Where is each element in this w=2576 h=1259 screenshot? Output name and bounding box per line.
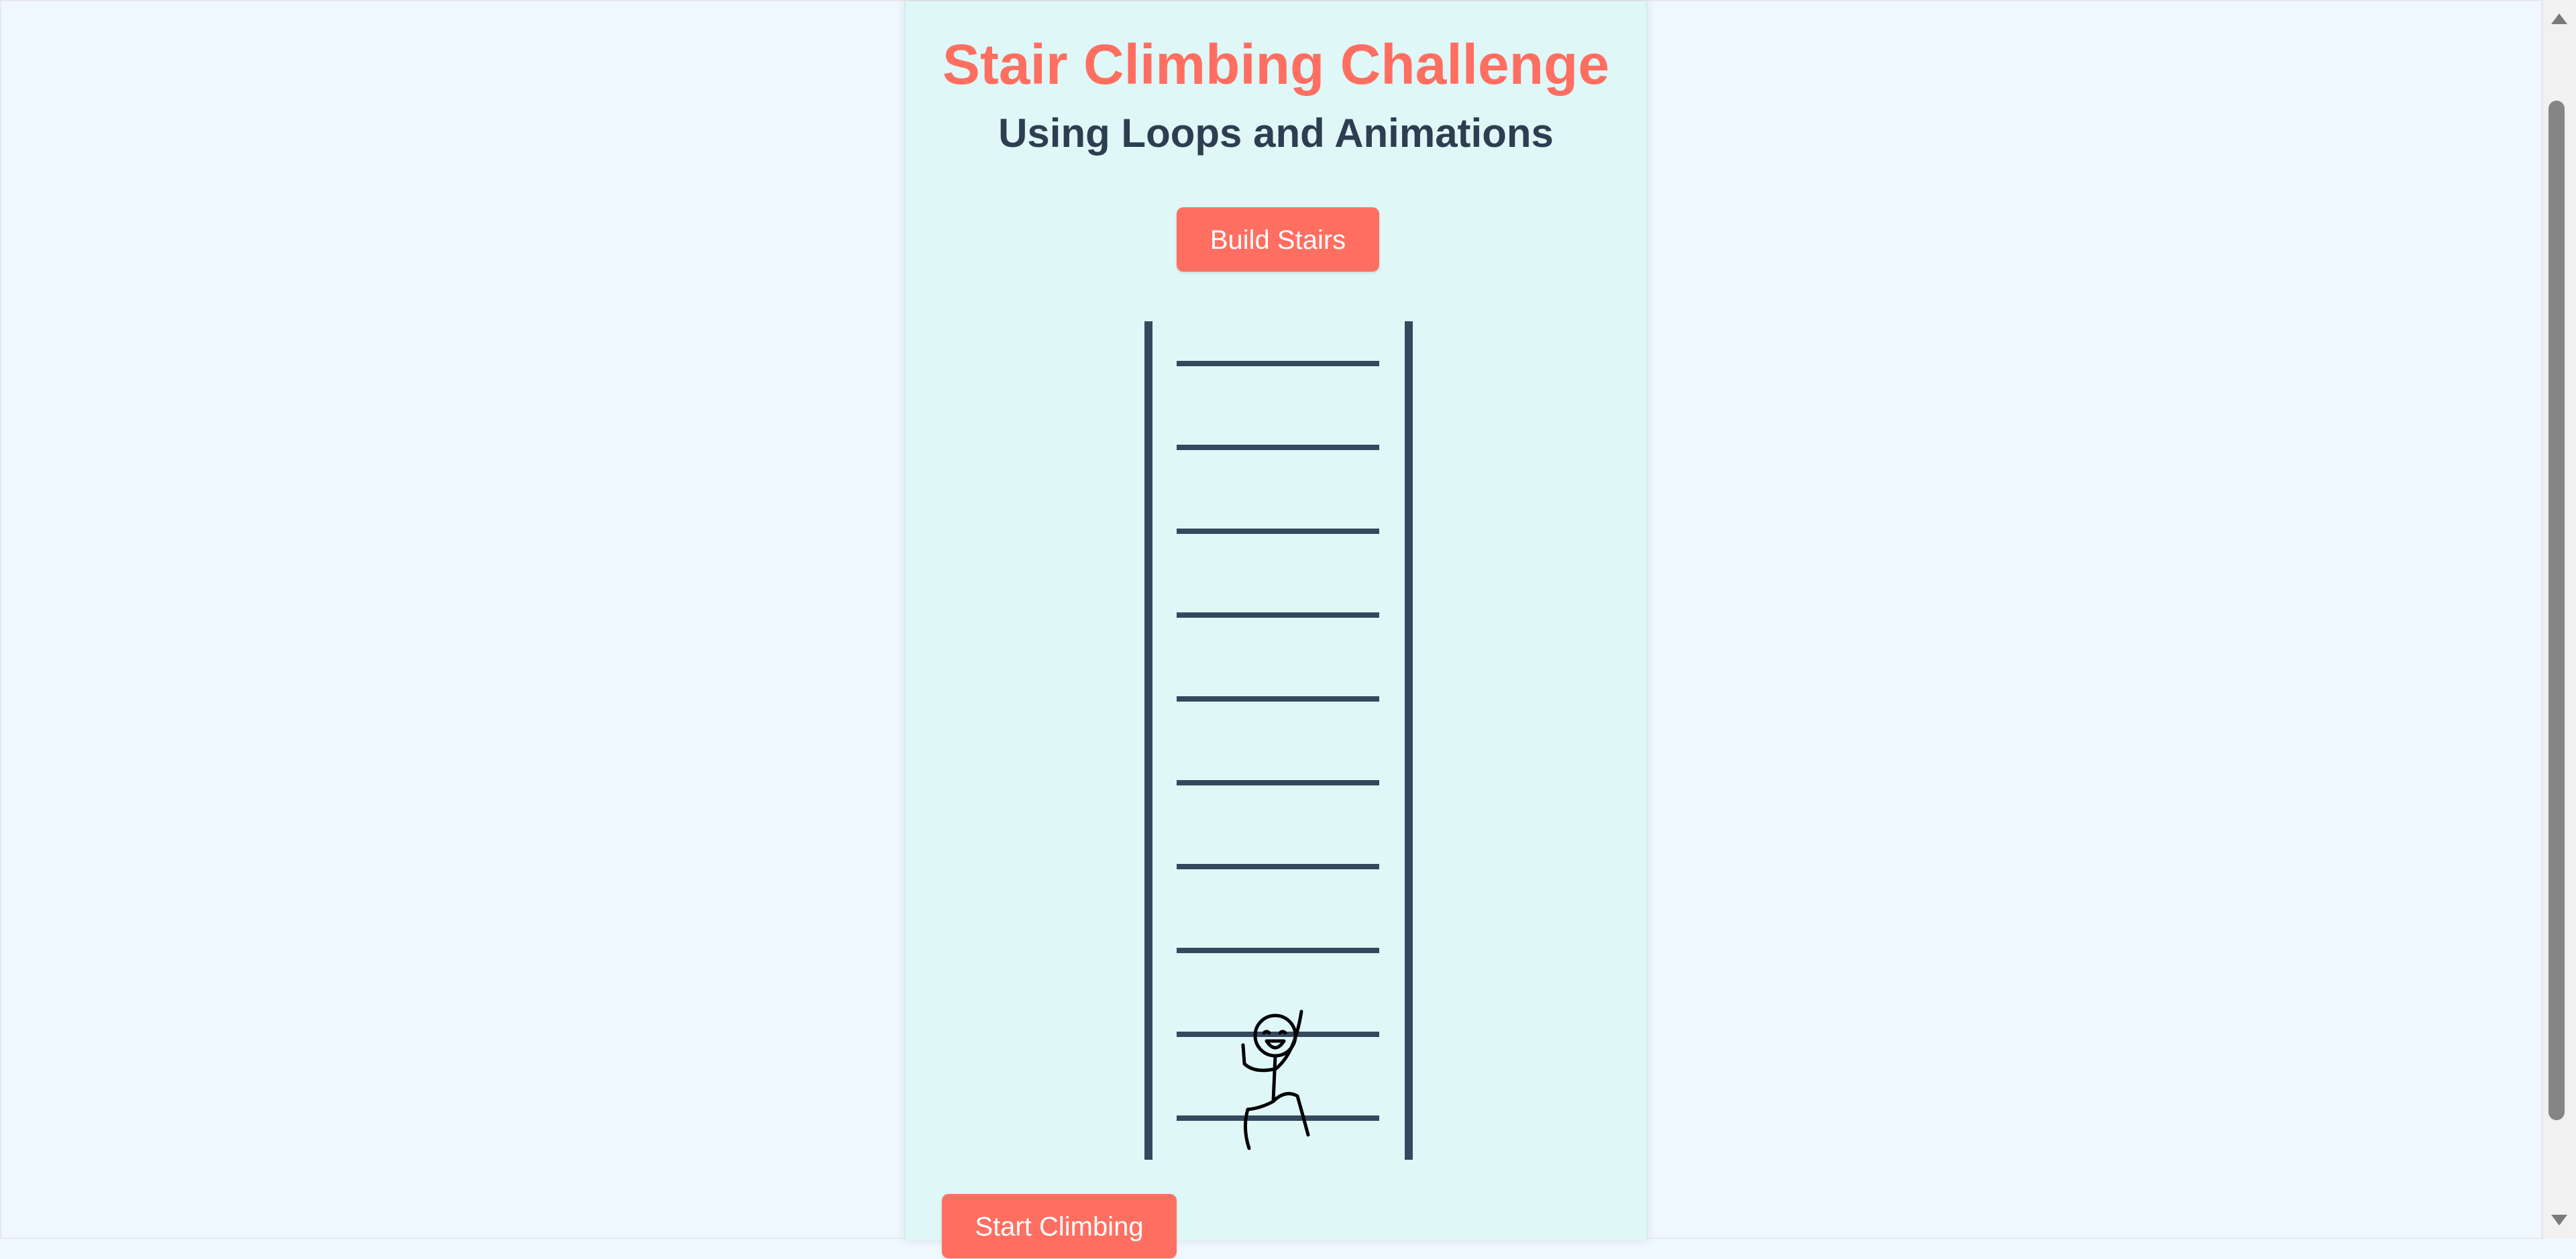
ladder-rungs bbox=[1177, 361, 1379, 1121]
vertical-scrollbar[interactable] bbox=[2542, 0, 2576, 1239]
start-climbing-button[interactable]: Start Climbing bbox=[942, 1194, 1177, 1258]
scroll-up-arrow-icon[interactable] bbox=[2551, 13, 2567, 24]
ladder-canvas bbox=[1144, 321, 1413, 1160]
challenge-panel: Stair Climbing Challenge Using Loops and… bbox=[904, 1, 1648, 1258]
scrollbar-thumb[interactable] bbox=[2548, 101, 2565, 1120]
browser-viewport: Stair Climbing Challenge Using Loops and… bbox=[0, 0, 2542, 1258]
scroll-down-arrow-icon[interactable] bbox=[2551, 1215, 2567, 1225]
